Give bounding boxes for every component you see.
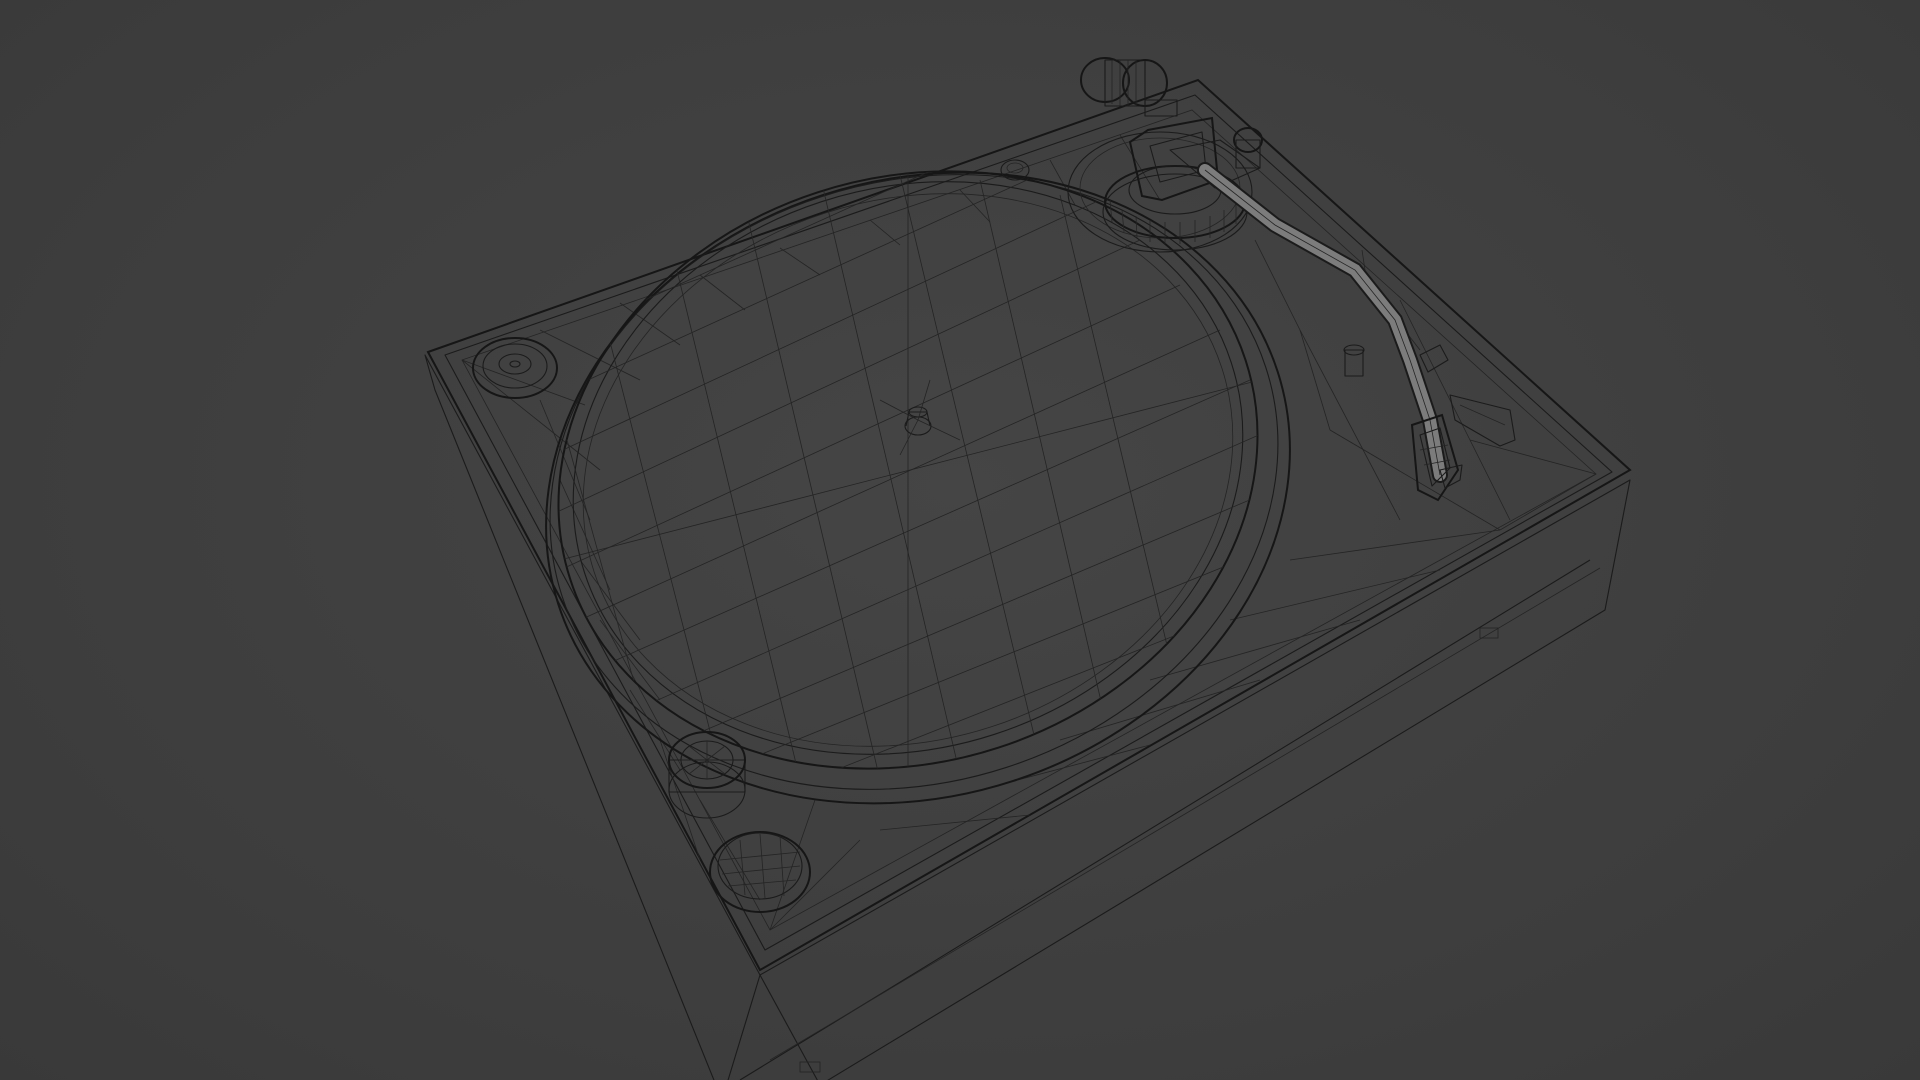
turntable-render: [424, 57, 1632, 1080]
3d-viewport[interactable]: [0, 0, 1920, 1080]
adapter-holder: [472, 337, 558, 399]
tonearm: [1067, 57, 1516, 502]
plinth-top: [426, 78, 1632, 972]
counterweight: [1080, 57, 1178, 117]
top-face-wireframe: [461, 134, 1597, 931]
feet: [799, 627, 1499, 1073]
